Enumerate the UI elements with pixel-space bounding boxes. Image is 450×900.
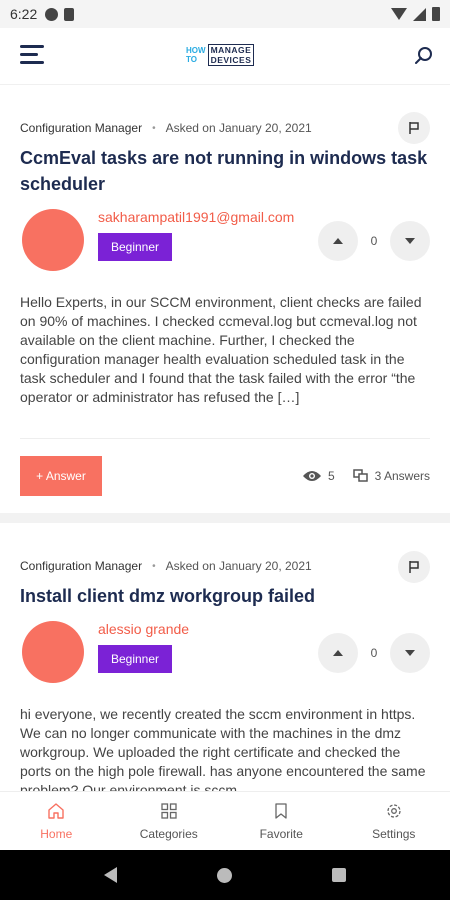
sync-icon — [45, 7, 59, 21]
downvote-button[interactable] — [390, 633, 430, 673]
categories-icon — [161, 803, 177, 819]
system-navigation-bar — [0, 850, 450, 900]
answers-stat[interactable]: 3 Answers — [352, 469, 430, 483]
nav-favorite-label: Favorite — [259, 827, 303, 841]
question-card[interactable]: Configuration Manager • Asked on January… — [0, 523, 450, 791]
meta-separator: • — [152, 122, 156, 134]
status-notification-icons — [45, 7, 75, 21]
nav-settings-label: Settings — [372, 827, 416, 841]
vote-count: 0 — [370, 234, 378, 248]
caret-up-icon — [333, 650, 343, 656]
nav-settings[interactable]: Settings — [338, 792, 450, 850]
caret-up-icon — [333, 238, 343, 244]
battery-icon — [432, 7, 440, 21]
answers-icon — [352, 469, 368, 482]
upvote-button[interactable] — [318, 633, 358, 673]
upvote-button[interactable] — [318, 221, 358, 261]
caret-down-icon — [405, 238, 415, 244]
search-button[interactable] — [414, 46, 434, 66]
status-system-icons — [391, 7, 440, 21]
vote-count: 0 — [370, 646, 378, 660]
report-button[interactable] — [398, 112, 430, 144]
card-footer: + Answer 5 3 Answers — [20, 438, 430, 513]
flag-icon — [409, 122, 419, 134]
answer-button[interactable]: + Answer — [20, 456, 102, 496]
hamburger-line — [20, 61, 44, 64]
status-time: 6:22 — [10, 6, 38, 22]
vote-controls: 0 — [318, 221, 430, 261]
nav-home-label: Home — [40, 827, 73, 841]
back-icon[interactable] — [104, 867, 117, 883]
question-stats: 5 3 Answers — [284, 469, 430, 483]
question-card[interactable]: Configuration Manager • Asked on January… — [0, 85, 450, 513]
app-bar: HOW TO MANAGE DEVICES — [0, 28, 450, 85]
vote-controls: 0 — [318, 633, 430, 673]
bottom-navigation: Home Categories Favorite Settings — [0, 791, 450, 850]
hamburger-line — [20, 53, 38, 56]
author-name[interactable]: alessio grande — [98, 621, 189, 637]
eye-icon — [302, 471, 321, 481]
gear-icon — [387, 804, 401, 818]
views-count: 5 — [327, 469, 335, 483]
logo-box: MANAGE DEVICES — [207, 44, 255, 66]
downvote-button[interactable] — [390, 221, 430, 261]
question-feed[interactable]: Configuration Manager • Asked on January… — [0, 85, 450, 791]
logo-how-to: HOW TO — [186, 46, 206, 64]
question-title[interactable]: Install client dmz workgroup failed — [20, 583, 430, 609]
question-meta: Configuration Manager • Asked on January… — [20, 523, 430, 573]
author-row: sakharampatil1991@gmail.com Beginner 0 — [20, 209, 430, 283]
avatar[interactable] — [22, 621, 84, 683]
menu-button[interactable] — [20, 45, 44, 65]
home-icon — [48, 803, 64, 819]
logo-manage: MANAGE — [210, 45, 252, 55]
author-name[interactable]: sakharampatil1991@gmail.com — [98, 209, 294, 225]
question-date: Asked on January 20, 2021 — [165, 121, 312, 135]
status-bar: 6:22 — [0, 0, 450, 28]
caret-down-icon — [405, 650, 415, 656]
logo-to: TO — [186, 55, 197, 64]
question-title[interactable]: CcmEval tasks are not running in windows… — [20, 145, 430, 197]
meta-separator: • — [152, 560, 156, 572]
wifi-icon — [391, 8, 407, 20]
answers-count: 3 Answers — [374, 469, 430, 483]
level-badge: Beginner — [98, 233, 172, 261]
question-category[interactable]: Configuration Manager — [20, 121, 142, 135]
bookmark-icon — [275, 803, 287, 819]
hamburger-line — [20, 45, 44, 48]
level-badge: Beginner — [98, 645, 172, 673]
question-date: Asked on January 20, 2021 — [165, 559, 312, 573]
avatar[interactable] — [22, 209, 84, 271]
signal-icon — [413, 7, 426, 21]
nav-categories-label: Categories — [139, 827, 198, 841]
nav-favorite[interactable]: Favorite — [225, 792, 338, 850]
flag-icon — [409, 561, 419, 573]
app-logo[interactable]: HOW TO MANAGE DEVICES — [186, 40, 255, 70]
views-stat: 5 — [302, 469, 335, 483]
report-button[interactable] — [398, 551, 430, 583]
author-row: alessio grande Beginner 0 — [20, 621, 430, 695]
question-excerpt: Hello Experts, in our SCCM environment, … — [20, 294, 422, 405]
logo-how: HOW — [186, 46, 206, 55]
question-meta: Configuration Manager • Asked on January… — [20, 85, 430, 135]
home-circle-icon[interactable] — [217, 867, 232, 883]
nav-home[interactable]: Home — [0, 792, 113, 850]
sd-card-icon — [64, 7, 75, 21]
recents-icon[interactable] — [332, 868, 346, 882]
search-icon — [415, 47, 432, 64]
question-excerpt: hi everyone, we recently created the scc… — [20, 706, 426, 791]
nav-categories[interactable]: Categories — [113, 792, 226, 850]
logo-devices: DEVICES — [210, 55, 252, 65]
question-category[interactable]: Configuration Manager — [20, 559, 142, 573]
